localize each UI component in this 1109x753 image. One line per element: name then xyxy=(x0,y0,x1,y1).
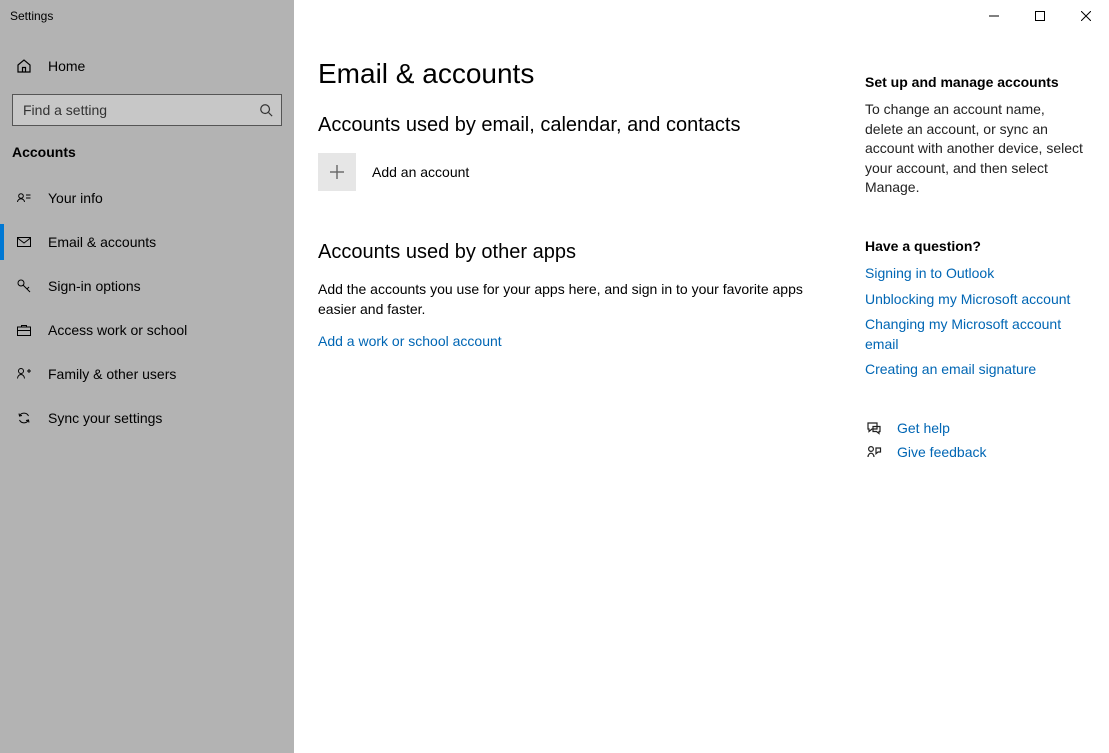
rail-setup-body: To change an account name, delete an acc… xyxy=(865,100,1085,198)
sidebar-item-sync-settings[interactable]: Sync your settings xyxy=(0,396,294,440)
sidebar-home-label: Home xyxy=(48,58,85,74)
briefcase-icon xyxy=(14,322,34,338)
search-input[interactable] xyxy=(21,101,259,119)
sidebar-item-access-work-school[interactable]: Access work or school xyxy=(0,308,294,352)
home-icon xyxy=(14,58,34,74)
add-work-school-link[interactable]: Add a work or school account xyxy=(318,333,825,349)
close-icon xyxy=(1081,11,1091,21)
sidebar-item-your-info[interactable]: Your info xyxy=(0,176,294,220)
minimize-button[interactable] xyxy=(971,0,1017,32)
maximize-icon xyxy=(1035,11,1045,21)
give-feedback-link[interactable]: Give feedback xyxy=(897,444,987,460)
main-content: Email & accounts Accounts used by email,… xyxy=(294,32,1109,753)
rail-link-unblock[interactable]: Unblocking my Microsoft account xyxy=(865,290,1085,310)
sidebar-home[interactable]: Home xyxy=(0,44,294,88)
sync-icon xyxy=(14,410,34,426)
sidebar-item-label: Sign-in options xyxy=(48,278,141,294)
right-rail: Set up and manage accounts To change an … xyxy=(865,52,1085,733)
sidebar: Home Accounts Your info xyxy=(0,32,294,753)
sidebar-item-label: Email & accounts xyxy=(48,234,156,250)
get-help-link[interactable]: Get help xyxy=(897,420,950,436)
sidebar-item-label: Access work or school xyxy=(48,322,187,338)
section-heading-email-accounts: Accounts used by email, calendar, and co… xyxy=(318,114,825,137)
sidebar-item-label: Sync your settings xyxy=(48,410,162,426)
add-account-button[interactable]: Add an account xyxy=(318,153,825,191)
sidebar-item-family-users[interactable]: Family & other users xyxy=(0,352,294,396)
titlebar: Settings xyxy=(0,0,1109,32)
chat-help-icon xyxy=(865,420,883,436)
window-title: Settings xyxy=(0,9,53,23)
sidebar-item-signin-options[interactable]: Sign-in options xyxy=(0,264,294,308)
minimize-icon xyxy=(989,11,999,21)
page-title: Email & accounts xyxy=(318,58,825,90)
people-plus-icon xyxy=(14,366,34,382)
rail-link-signature[interactable]: Creating an email signature xyxy=(865,360,1085,380)
plus-icon xyxy=(318,153,356,191)
search-icon xyxy=(259,103,273,117)
mail-icon xyxy=(14,234,34,250)
feedback-icon xyxy=(865,444,883,460)
rail-setup-heading: Set up and manage accounts xyxy=(865,74,1085,90)
section-heading-other-apps: Accounts used by other apps xyxy=(318,241,825,264)
key-icon xyxy=(14,278,34,294)
sidebar-item-label: Your info xyxy=(48,190,103,206)
maximize-button[interactable] xyxy=(1017,0,1063,32)
search-box[interactable] xyxy=(12,94,282,126)
section-body-other-apps: Add the accounts you use for your apps h… xyxy=(318,280,825,319)
rail-link-outlook[interactable]: Signing in to Outlook xyxy=(865,264,1085,284)
rail-link-change-email[interactable]: Changing my Microsoft account email xyxy=(865,315,1085,354)
sidebar-item-email-accounts[interactable]: Email & accounts xyxy=(0,220,294,264)
sidebar-item-label: Family & other users xyxy=(48,366,176,382)
close-button[interactable] xyxy=(1063,0,1109,32)
rail-question-heading: Have a question? xyxy=(865,238,1085,254)
sidebar-section-header: Accounts xyxy=(0,136,294,170)
person-card-icon xyxy=(14,190,34,206)
add-account-label: Add an account xyxy=(372,164,469,180)
